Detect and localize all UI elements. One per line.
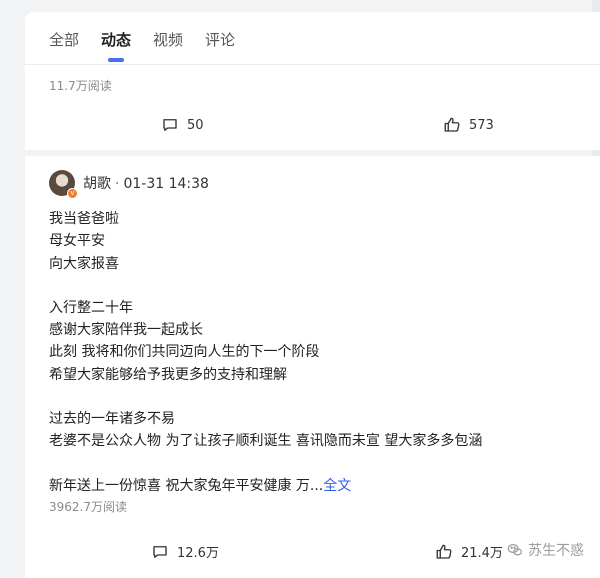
post-line: 希望大家能够给予我更多的支持和理解 [49, 366, 287, 383]
post-content[interactable]: 我当爸爸啦 母女平安 向大家报喜 入行整二十年 感谢大家陪伴我一起成长 此刻 我… [49, 208, 569, 515]
post-line: 老婆不是公众人物 为了让孩子顺利诞生 喜讯隐而未宣 望大家多多包涵 [49, 433, 483, 450]
author-meta: 胡歌 · 01-31 14:38 [83, 173, 209, 193]
post-last-line: 新年送上一份惊喜 祝大家兔年平安健康 万...全文 [49, 475, 569, 497]
tab-divider [25, 64, 600, 65]
post-truncated-text: 新年送上一份惊喜 祝大家兔年平安健康 万... [49, 477, 324, 494]
post-like-count: 21.4万 [461, 546, 503, 561]
post-line: 我当爸爸啦 [49, 211, 119, 227]
comment-bubble-icon [153, 545, 167, 558]
post-paragraph: 过去的一年诸多不易 老婆不是公众人物 为了让孩子顺利诞生 喜讯隐而未宣 望大家多… [49, 408, 569, 453]
watermark-text: 苏生不惑 [528, 543, 584, 559]
expand-full-text-link[interactable]: 全文 [323, 478, 351, 494]
tab-comments[interactable]: 评论 [205, 30, 235, 66]
post-card: v 胡歌 · 01-31 14:38 我当爸爸啦 母女平安 向大家报喜 入行整二十年… [25, 156, 600, 578]
verified-badge-icon: v [67, 188, 78, 199]
meta-separator: · [115, 176, 120, 192]
tab-all[interactable]: 全部 [49, 30, 79, 66]
post-comment-button[interactable]: 12.6万 [151, 542, 219, 561]
feed-header-card: 全部 动态 视频 评论 11.7万阅读 50 573 [25, 12, 600, 150]
prev-read-count: 11.7万阅读 [49, 79, 112, 93]
post-line: 此刻 我将和你们共同迈向人生的下一个阶段 [49, 344, 320, 361]
post-paragraph: 入行整二十年 感谢大家陪伴我一起成长 此刻 我将和你们共同迈向人生的下一个阶段 … [49, 297, 569, 386]
wechat-icon [507, 544, 522, 556]
avatar[interactable]: v [49, 170, 78, 199]
prev-comment-button[interactable]: 50 [161, 116, 204, 134]
prev-like-count: 573 [469, 117, 494, 133]
author-name[interactable]: 胡歌 [83, 176, 111, 192]
tab-updates[interactable]: 动态 [101, 30, 131, 66]
post-line: 母女平安 [49, 233, 105, 250]
tab-bar: 全部 动态 视频 评论 [49, 30, 257, 66]
prev-like-button[interactable]: 573 [443, 116, 494, 134]
post-paragraph: 我当爸爸啦 母女平安 向大家报喜 [49, 208, 569, 275]
prev-action-bar: 50 573 [25, 116, 600, 140]
post-like-button[interactable]: 21.4万 [435, 542, 503, 561]
watermark: 苏生不惑 [506, 540, 584, 560]
tab-videos[interactable]: 视频 [153, 30, 183, 66]
prev-comment-count: 50 [187, 117, 204, 133]
comment-bubble-icon [163, 119, 177, 131]
post-line: 过去的一年诸多不易 [49, 411, 175, 428]
thumbs-up-icon [436, 544, 452, 559]
thumbs-up-icon [444, 117, 460, 132]
post-comment-count: 12.6万 [177, 546, 219, 561]
post-line: 向大家报喜 [49, 255, 119, 272]
post-line: 入行整二十年 [49, 299, 133, 316]
post-author: v 胡歌 · 01-31 14:38 [49, 170, 209, 199]
post-line: 感谢大家陪伴我一起成长 [49, 322, 203, 339]
post-date: 01-31 14:38 [123, 176, 209, 192]
post-read-count: 3962.7万阅读 [49, 499, 127, 514]
